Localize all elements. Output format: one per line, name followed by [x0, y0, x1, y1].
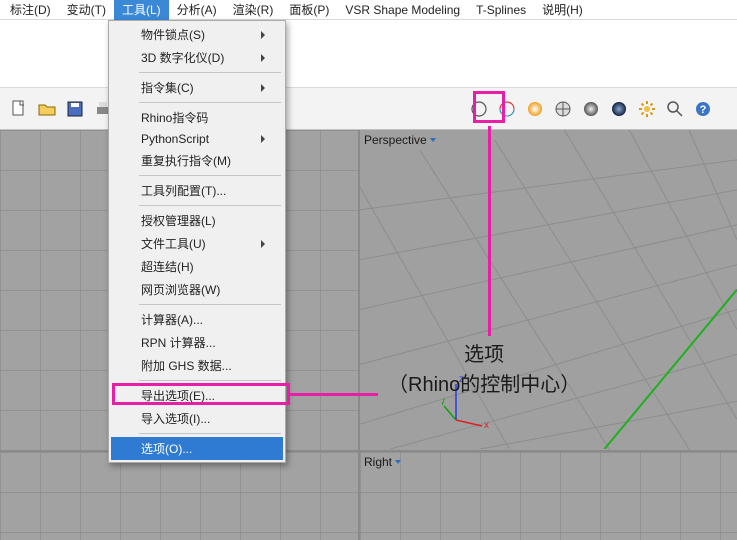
dropdown-item-label: 附加 GHS 数据... — [141, 357, 232, 374]
shade-color-icon[interactable] — [522, 96, 548, 122]
annotation-text: 选项 （Rhino的控制中心） — [388, 340, 580, 400]
dropdown-item[interactable]: 工具列配置(T)... — [111, 179, 283, 202]
dropdown-item-label: 导入选项(I)... — [141, 410, 210, 427]
dropdown-item-label: 授权管理器(L) — [141, 212, 216, 229]
dropdown-item-label: 3D 数字化仪(D) — [141, 49, 224, 66]
annotation-line-horizontal — [290, 393, 378, 396]
perspective-label: Perspective — [364, 133, 427, 147]
right-view-label: Right — [364, 455, 392, 469]
right-view-title[interactable]: Right — [364, 455, 401, 469]
menu-separator — [139, 102, 281, 103]
annotation-line-vertical — [488, 126, 491, 336]
submenu-arrow-icon — [261, 135, 265, 143]
menu-item[interactable]: 变动(T) — [59, 0, 114, 20]
help-icon[interactable]: ? — [690, 96, 716, 122]
chevron-down-icon — [395, 460, 401, 464]
menu-separator — [139, 175, 281, 176]
submenu-arrow-icon — [261, 31, 265, 39]
dropdown-item[interactable]: 超连结(H) — [111, 255, 283, 278]
dropdown-item[interactable]: 导出选项(E)... — [111, 384, 283, 407]
dropdown-item-label: 指令集(C) — [141, 79, 194, 96]
dropdown-item-label: 选项(O)... — [141, 440, 192, 457]
dropdown-item-label: PythonScript — [141, 132, 209, 146]
menu-item[interactable]: 标注(D) — [2, 0, 59, 20]
menu-separator — [139, 304, 281, 305]
shade-wire-icon[interactable] — [550, 96, 576, 122]
dropdown-item[interactable]: 文件工具(U) — [111, 232, 283, 255]
dropdown-item-label: Rhino指令码 — [141, 109, 208, 126]
menu-item[interactable]: 渲染(R) — [225, 0, 282, 20]
shade-ring-icon[interactable] — [494, 96, 520, 122]
dropdown-item[interactable]: 附加 GHS 数据... — [111, 354, 283, 377]
dropdown-item[interactable]: 指令集(C) — [111, 76, 283, 99]
viewport-right[interactable]: Right — [360, 452, 737, 540]
menu-item[interactable]: 说明(H) — [534, 0, 591, 20]
viewport-bottom-left[interactable] — [0, 452, 358, 540]
shade-gray-icon[interactable] — [578, 96, 604, 122]
dropdown-item-label: 物件锁点(S) — [141, 26, 205, 43]
tools-dropdown-menu: 物件锁点(S) 3D 数字化仪(D) 指令集(C) Rhino指令码 PythonScr… — [108, 20, 286, 463]
menu-item[interactable]: 分析(A) — [169, 0, 225, 20]
dropdown-item[interactable]: 计算器(A)... — [111, 308, 283, 331]
dropdown-item-label: 计算器(A)... — [141, 311, 203, 328]
svg-text:x: x — [484, 420, 489, 430]
perspective-title[interactable]: Perspective — [364, 133, 436, 147]
menu-separator — [139, 433, 281, 434]
dropdown-item[interactable]: RPN 计算器... — [111, 331, 283, 354]
dropdown-item-label: 网页浏览器(W) — [141, 281, 220, 298]
dropdown-item[interactable]: 重复执行指令(M) — [111, 149, 283, 172]
menu-separator — [139, 72, 281, 73]
svg-text:?: ? — [700, 104, 707, 116]
dropdown-item-label: 超连结(H) — [141, 258, 194, 275]
menu-item[interactable]: 工具(L) — [114, 0, 169, 20]
dropdown-item[interactable]: 授权管理器(L) — [111, 209, 283, 232]
open-icon[interactable] — [34, 96, 60, 122]
menu-separator — [139, 380, 281, 381]
dropdown-item[interactable]: 导入选项(I)... — [111, 407, 283, 430]
menu-item[interactable]: 面板(P) — [281, 0, 337, 20]
dropdown-item-label: 重复执行指令(M) — [141, 152, 231, 169]
dropdown-item[interactable]: 物件锁点(S) — [111, 23, 283, 46]
menu-bar: 标注(D)变动(T)工具(L)分析(A)渲染(R)面板(P)VSR Shape … — [0, 0, 737, 20]
dropdown-item[interactable]: PythonScript — [111, 129, 283, 149]
viewport-perspective[interactable]: Perspective z y x — [360, 130, 737, 450]
find-icon[interactable] — [662, 96, 688, 122]
chevron-down-icon — [430, 138, 436, 142]
submenu-arrow-icon — [261, 54, 265, 62]
dropdown-item[interactable]: 网页浏览器(W) — [111, 278, 283, 301]
dropdown-item-label: RPN 计算器... — [141, 334, 216, 351]
submenu-arrow-icon — [261, 84, 265, 92]
dropdown-item-label: 导出选项(E)... — [141, 387, 215, 404]
dropdown-item-label: 文件工具(U) — [141, 235, 206, 252]
dropdown-item[interactable]: Rhino指令码 — [111, 106, 283, 129]
dropdown-item[interactable]: 选项(O)... — [111, 437, 283, 460]
shade-flat-icon[interactable] — [466, 96, 492, 122]
submenu-arrow-icon — [261, 240, 265, 248]
menu-item[interactable]: T-Splines — [468, 1, 534, 19]
gear-icon[interactable] — [634, 96, 660, 122]
shade-blue-icon[interactable] — [606, 96, 632, 122]
annotation-line2: （Rhino的控制中心） — [388, 370, 580, 400]
menu-item[interactable]: VSR Shape Modeling — [337, 1, 468, 19]
annotation-line1: 选项 — [388, 340, 580, 370]
new-icon[interactable] — [6, 96, 32, 122]
save-icon[interactable] — [62, 96, 88, 122]
dropdown-item-label: 工具列配置(T)... — [141, 182, 226, 199]
dropdown-item[interactable]: 3D 数字化仪(D) — [111, 46, 283, 69]
menu-separator — [139, 205, 281, 206]
